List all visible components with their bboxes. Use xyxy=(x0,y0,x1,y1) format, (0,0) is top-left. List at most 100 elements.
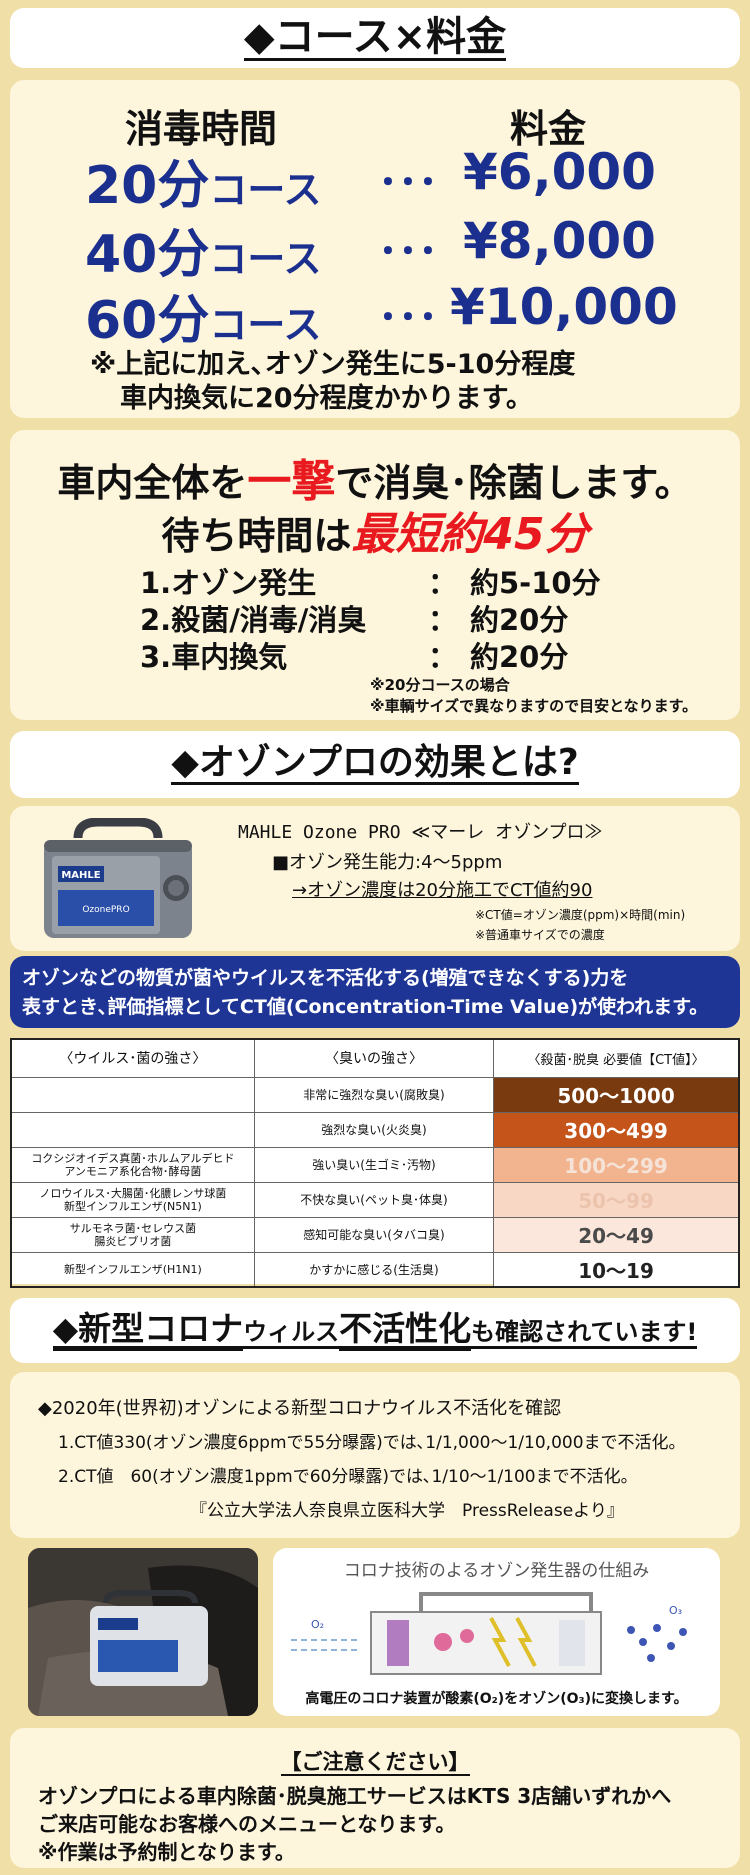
notice-line: ご来店可能なお客様へのメニューとなります。 xyxy=(38,1812,456,1836)
ct-formula-note: ※CT値=オゾン濃度(ppm)×時間(min) xyxy=(475,908,686,922)
section-course-header: ◆コース×料金 xyxy=(10,8,740,68)
smell-cell: 強烈な臭い(火炎臭) xyxy=(253,1111,495,1148)
section-corona-header: ◆新型コロナウィルス不活性化も確認されています! xyxy=(10,1298,740,1363)
corona-title: ◆新型コロナウィルス不活性化も確認されています! xyxy=(52,1308,698,1351)
ct-cell: 100～299 xyxy=(493,1146,740,1183)
corona-point: ◆2020年(世界初)オゾンによる新型コロナウイルス不活化を確認 xyxy=(38,1398,562,1419)
step-value: 約20分 xyxy=(470,603,569,637)
o3-label: O₃ xyxy=(669,1604,682,1617)
course-price: ¥6,000 xyxy=(463,143,656,201)
smell-cell: 強い臭い(生ゴミ･汚物) xyxy=(253,1146,495,1183)
step-label: 1.オゾン発生 xyxy=(140,566,317,600)
ct-cell: 300～499 xyxy=(493,1111,740,1148)
course-row: 20分コース xyxy=(85,143,321,218)
course-label: コース xyxy=(209,168,322,212)
course-price: ¥10,000 xyxy=(450,278,678,336)
corona-title-d: も確認されています! xyxy=(471,1317,698,1349)
course-price: ¥8,000 xyxy=(463,212,656,270)
table-row: 新型インフルエンザ(H1N1) かすかに感じる(生活臭) 10～19 xyxy=(10,1251,740,1288)
virus-cell xyxy=(10,1111,255,1148)
course-row: 40分コース xyxy=(85,212,321,287)
wait-time-value: 最短約45分 xyxy=(351,509,589,560)
smell-cell: 不快な臭い(ペット臭･体臭) xyxy=(253,1181,495,1218)
step-separator: ： xyxy=(428,566,458,600)
step-label: 3.車内換気 xyxy=(140,640,288,674)
ozone-diagram: コロナ技術のよるオゾン発生器の仕組み O₂ O₃ 高電圧のコロナ装置が酸素(O₂… xyxy=(273,1548,720,1716)
course-price-title: ◆コース×料金 xyxy=(243,13,507,61)
course-dots: ･･･ xyxy=(378,295,438,341)
banner-line: 表すとき､評価指標としてCT値(Concentration-Time Value… xyxy=(22,996,709,1018)
course-minutes: 20分 xyxy=(85,156,210,216)
virus-cell: サルモネラ菌･セレウス菌 腸炎ビブリオ菌 xyxy=(10,1216,255,1253)
smell-cell: 非常に強烈な臭い(腐敗臭) xyxy=(253,1076,495,1113)
table-row: 強烈な臭い(火炎臭) 300～499 xyxy=(10,1111,740,1148)
step-value: 約5-10分 xyxy=(470,566,601,600)
device-model-label: OzonePRO xyxy=(82,905,129,915)
course-label: コース xyxy=(209,303,322,347)
notice-title: 【ご注意ください】 xyxy=(10,1746,740,1776)
notice-panel: 【ご注意ください】 オゾンプロによる車内除菌･脱臭施工サービスはKTS 3店舗い… xyxy=(10,1728,740,1868)
corona-title-c: 不活性化 xyxy=(339,1308,472,1351)
corona-source: 『公立大学法人奈良県立医科大学 PressReleaseより』 xyxy=(190,1501,624,1521)
corona-title-a: ◆新型コロナ xyxy=(52,1308,244,1351)
product-name: MAHLE Ozone PRO ≪マーレ オゾンプロ≫ xyxy=(238,822,603,843)
notice-title-text: 【ご注意ください】 xyxy=(280,1750,470,1776)
ct-table-wrap: 〈ウイルス･菌の強さ〉 〈臭いの強さ〉 〈殺菌･脱臭 必要値【CT値】〉 非常に… xyxy=(10,1038,740,1288)
corona-item: 2.CT値 60(オゾン濃度1ppmで60分曝露)では､1/10～1/100まで… xyxy=(58,1467,638,1487)
effect-title: ◆オゾンプロの効果とは? xyxy=(171,742,579,785)
virus-cell xyxy=(10,1076,255,1113)
smell-cell: かすかに感じる(生活臭) xyxy=(253,1251,495,1288)
ct-cell: 20～49 xyxy=(493,1216,740,1253)
header-smell: 〈臭いの強さ〉 xyxy=(253,1038,495,1078)
table-row: 非常に強烈な臭い(腐敗臭) 500～1000 xyxy=(10,1076,740,1113)
car-seat-photo xyxy=(28,1548,258,1716)
corona-item: 1.CT値330(オゾン濃度6ppmで55分曝露)では､1/1,000～1/10… xyxy=(58,1433,686,1453)
corona-title-b: ウィルス xyxy=(243,1317,340,1349)
product-ct-value: →オゾン濃度は20分施工でCT値約90 xyxy=(292,880,593,901)
summary-footnote: ※20分コースの場合 xyxy=(370,676,510,694)
ct-cell: 500～1000 xyxy=(493,1076,740,1113)
ozone-device-image: MAHLE OzonePRO xyxy=(38,817,198,943)
step-value: 約20分 xyxy=(470,640,569,674)
device-brand-label: MAHLE xyxy=(61,870,100,881)
wait-time-line: 待ち時間は最短約45分 xyxy=(10,498,740,562)
table-row: ノロウイルス･大腸菌･化膿レンサ球菌 新型インフルエンザ(N5N1) 不快な臭い… xyxy=(10,1181,740,1218)
product-capacity: ■オゾン発生能力:4～5ppm xyxy=(272,852,503,873)
car-size-note: ※普通車サイズでの濃度 xyxy=(475,928,605,942)
summary-panel: 車内全体を一撃で消臭･除菌します。 待ち時間は最短約45分 1.オゾン発生 ： … xyxy=(10,430,740,720)
step-separator: ： xyxy=(428,603,458,637)
o2-label: O₂ xyxy=(311,1618,324,1631)
ct-explanation-banner: オゾンなどの物質が菌やウイルスを不活化する(増殖できなくする)力を 表すとき､評… xyxy=(10,956,740,1028)
virus-cell: ノロウイルス･大腸菌･化膿レンサ球菌 新型インフルエンザ(N5N1) xyxy=(10,1181,255,1218)
diagram-title: コロナ技術のよるオゾン発生器の仕組み xyxy=(343,1561,650,1581)
ct-cell: 10～19 xyxy=(493,1251,740,1288)
step-label: 2.殺菌/消毒/消臭 xyxy=(140,603,367,637)
summary-footnote: ※車輌サイズで異なりますので目安となります。 xyxy=(370,697,698,715)
table-row: コクシジオイデス真菌･ホルムアルデヒド アンモニア系化合物･酵母菌 強い臭い(生… xyxy=(10,1146,740,1183)
corona-panel: ◆2020年(世界初)オゾンによる新型コロナウイルス不活化を確認 1.CT値33… xyxy=(10,1372,740,1538)
notice-line: ※作業は予約制となります。 xyxy=(38,1840,295,1864)
wait-time-label: 待ち時間は xyxy=(161,514,352,558)
table-row: サルモネラ菌･セレウス菌 腸炎ビブリオ菌 感知可能な臭い(タバコ臭) 20～49 xyxy=(10,1216,740,1253)
product-panel: MAHLE OzonePRO MAHLE Ozone PRO ≪マーレ オゾンプ… xyxy=(10,806,740,951)
header-virus: 〈ウイルス･菌の強さ〉 xyxy=(10,1038,255,1078)
ozone-generation-illustration: O₂ O₃ xyxy=(291,1592,687,1675)
ct-cell: 50～99 xyxy=(493,1181,740,1218)
course-minutes: 40分 xyxy=(85,225,210,285)
table-header-row: 〈ウイルス･菌の強さ〉 〈臭いの強さ〉 〈殺菌･脱臭 必要値【CT値】〉 xyxy=(10,1038,740,1078)
banner-line: オゾンなどの物質が菌やウイルスを不活化する(増殖できなくする)力を xyxy=(22,967,629,989)
diagram-caption: 高電圧のコロナ装置が酸素(O₂)をオゾン(O₃)に変換します。 xyxy=(305,1691,688,1707)
step-separator: ： xyxy=(428,640,458,674)
course-price-panel: 消毒時間 料金 20分コース ･･･ ¥6,000 40分コース ･･･ ¥8,… xyxy=(10,80,740,418)
ct-table: 〈ウイルス･菌の強さ〉 〈臭いの強さ〉 〈殺菌･脱臭 必要値【CT値】〉 非常に… xyxy=(10,1038,740,1288)
course-label: コース xyxy=(209,237,322,281)
virus-cell: 新型インフルエンザ(H1N1) xyxy=(10,1251,255,1288)
course-note: 車内換気に20分程度かかります。 xyxy=(120,383,533,414)
smell-cell: 感知可能な臭い(タバコ臭) xyxy=(253,1216,495,1253)
virus-cell: コクシジオイデス真菌･ホルムアルデヒド アンモニア系化合物･酵母菌 xyxy=(10,1146,255,1183)
header-ct: 〈殺菌･脱臭 必要値【CT値】〉 xyxy=(493,1038,740,1078)
course-dots: ･･･ xyxy=(378,160,438,206)
section-effect-header: ◆オゾンプロの効果とは? xyxy=(10,731,740,798)
course-dots: ･･･ xyxy=(378,229,438,275)
notice-line: オゾンプロによる車内除菌･脱臭施工サービスはKTS 3店舗いずれかへ xyxy=(38,1784,672,1808)
